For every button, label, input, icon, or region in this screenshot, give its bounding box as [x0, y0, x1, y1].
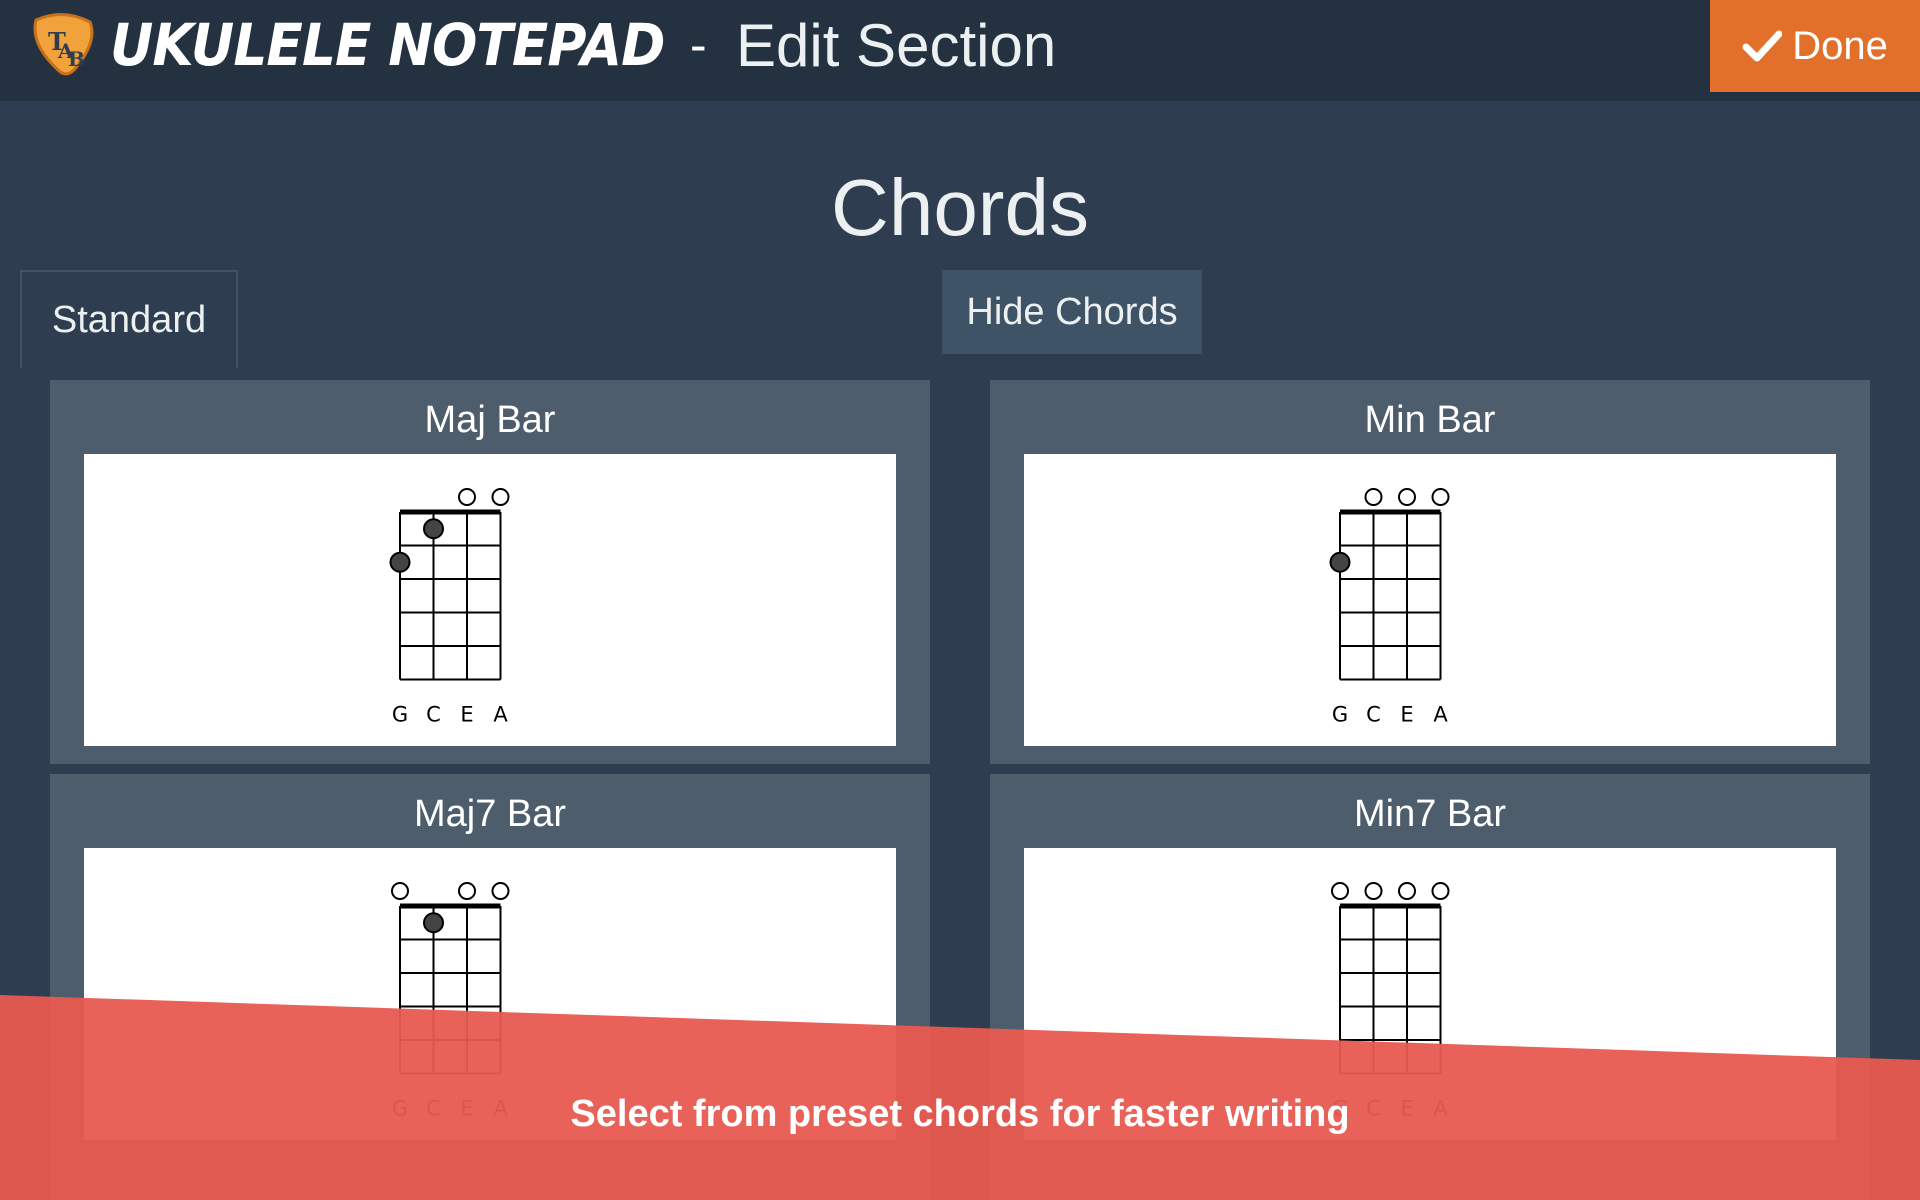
checkmark-icon [1742, 30, 1783, 62]
open-string-marker [1431, 488, 1450, 506]
open-string-marker [391, 882, 409, 900]
open-string-marker [1398, 882, 1416, 900]
chord-name: Min7 Bar [1353, 793, 1507, 835]
string-label: A [493, 703, 508, 727]
hide-chords-button[interactable]: Hide Chords [942, 270, 1202, 354]
chord-diagram: GCEA [84, 454, 896, 746]
chord-card-min-bar[interactable]: Min Bar GCEA [990, 380, 1870, 764]
open-string-marker [491, 882, 510, 900]
svg-text:B: B [68, 47, 85, 71]
finger-dot [423, 912, 444, 934]
chord-card-maj-bar[interactable]: Maj Bar GCEA [50, 380, 930, 764]
page-title: Edit Section [736, 12, 1057, 79]
string-label: E [460, 703, 473, 727]
finger-dot [389, 551, 411, 573]
chord-name: Maj7 Bar [413, 793, 567, 835]
app-title: Ukulele Notepad [110, 11, 665, 79]
open-string-marker [458, 882, 476, 900]
open-string-marker [1331, 882, 1349, 900]
string-label: G [392, 703, 408, 727]
string-label: C [426, 703, 441, 727]
done-label: Done [1792, 23, 1888, 68]
open-string-marker [1364, 882, 1383, 900]
chord-diagram: GCEA [1024, 454, 1836, 746]
open-string-marker [1398, 488, 1416, 506]
finger-dot [1329, 551, 1351, 573]
app-header: T A B Ukulele Notepad - Edit Section Don… [0, 0, 1920, 101]
open-string-marker [458, 488, 476, 506]
finger-dot [423, 518, 444, 540]
chord-name: Min Bar [1364, 399, 1496, 441]
string-label: A [1433, 703, 1448, 727]
chord-name: Maj Bar [424, 399, 556, 441]
tab-pick-logo-icon: T A B [28, 12, 98, 78]
section-title: Chords [831, 163, 1089, 252]
open-string-marker [491, 488, 510, 506]
string-label: E [1400, 703, 1413, 727]
tab-standard[interactable]: Standard [20, 270, 238, 368]
string-label: C [1366, 703, 1381, 727]
open-string-marker [1431, 882, 1450, 900]
done-button[interactable]: Done [1710, 0, 1920, 92]
tip-text: Select from preset chords for faster wri… [570, 1093, 1350, 1135]
title-separator: - [690, 17, 707, 73]
open-string-marker [1364, 488, 1383, 506]
string-label: G [1332, 703, 1348, 727]
